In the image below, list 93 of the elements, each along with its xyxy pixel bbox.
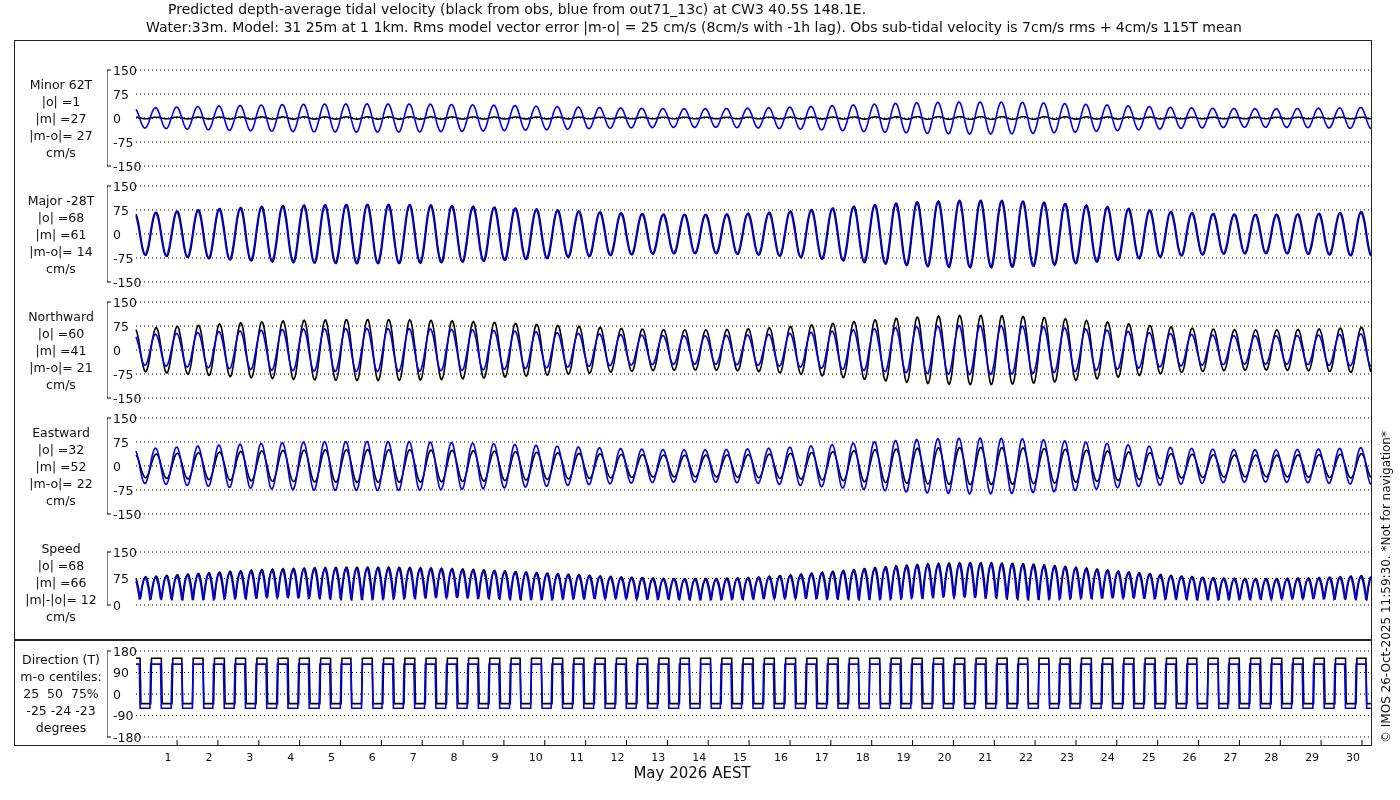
y-tick-label: 90: [113, 665, 129, 680]
y-tick-label: 0: [113, 597, 121, 613]
x-tick-label: 27: [1223, 751, 1238, 764]
x-tick-label: 24: [1100, 751, 1115, 764]
y-tick-label: 0: [113, 686, 121, 702]
y-tick-label: -75: [113, 134, 134, 150]
x-tick-label: 28: [1264, 751, 1279, 764]
x-tick-label: 13: [651, 751, 666, 764]
y-tick-label: -75: [113, 250, 134, 266]
x-tick-label: 22: [1019, 751, 1034, 764]
y-tick-label: -75: [113, 482, 134, 498]
y-tick-label: -150: [113, 390, 142, 406]
y-tick-label: 0: [113, 458, 121, 474]
panel-label-text: |m| =61: [35, 225, 87, 243]
panel-label-text: m-o centiles:: [20, 667, 102, 685]
x-tick-label: 7: [409, 751, 417, 764]
x-tick-label: 17: [814, 751, 829, 764]
x-tick-label: 14: [692, 751, 707, 764]
y-tick-label: 75: [113, 86, 129, 102]
x-tick-label: 23: [1059, 751, 1074, 764]
panel-label-text: Speed: [41, 539, 81, 557]
x-tick-label: 10: [528, 751, 543, 764]
panel-label-text: |m| =41: [35, 341, 87, 359]
x-tick-label: 16: [773, 751, 788, 764]
y-tick-label: 0: [113, 226, 121, 242]
x-tick-label: 30: [1346, 751, 1360, 764]
y-tick-label: -150: [113, 158, 142, 174]
y-tick-label: 180: [113, 643, 137, 659]
panel-label-text: |m| =52: [35, 457, 87, 475]
panel-label-text: Major -28T: [27, 191, 95, 209]
y-tick-label: -75: [113, 366, 134, 382]
panel-label-text: 25 50 75%: [23, 684, 99, 702]
y-tick-label: -150: [113, 506, 142, 522]
x-tick-label: 19: [896, 751, 911, 764]
y-tick-label: 75: [113, 434, 129, 450]
panel-label-text: degrees: [35, 718, 87, 736]
panel-label-text: cm/s: [46, 491, 76, 509]
panel-label-text: |o| =60: [37, 324, 85, 342]
panel-label-text: |m-o|= 27: [29, 126, 93, 144]
x-tick-label: 4: [287, 751, 295, 764]
x-tick-label: 2: [205, 751, 213, 764]
y-tick-label: 150: [113, 544, 137, 560]
panel-label-text: |o| =32: [37, 440, 85, 458]
y-axis-line: [107, 551, 112, 606]
panel-label-text: Eastward: [32, 423, 90, 441]
y-tick-label: -90: [113, 708, 134, 723]
chart-subtitle: Water:33m. Model: 31 25m at 1 1km. Rms model vector error |m-o| = 25 cm/s (8cm/s with -1h lag). Obs sub-tidal velocity is 7cm/s rms + 4cm/s 115T mean: [145, 18, 1243, 36]
panel-label-text: |m|-|o|= 12: [25, 590, 97, 608]
y-tick-label: 75: [113, 318, 129, 334]
x-tick-label: 12: [610, 751, 625, 764]
panel-label-text: Minor 62T: [29, 75, 93, 93]
y-tick-label: 0: [113, 110, 121, 126]
panel-label-text: |m-o|= 22: [29, 474, 93, 492]
panel-label-text: Northward: [28, 307, 94, 325]
panel-label-text: |o| =68: [37, 556, 85, 574]
y-tick-label: 150: [113, 294, 137, 310]
panel-label-text: cm/s: [46, 143, 76, 161]
y-tick-label: -180: [113, 729, 142, 745]
panel-label-text: |m| =27: [35, 109, 87, 127]
y-tick-label: 150: [113, 410, 137, 426]
x-tick-label: 8: [450, 751, 458, 764]
x-tick-label: 11: [569, 751, 584, 764]
y-tick-label: 75: [113, 571, 129, 586]
x-tick-label: 20: [937, 751, 952, 764]
y-tick-label: 150: [113, 178, 137, 194]
panel-label-text: cm/s: [46, 607, 76, 625]
x-tick-label: 5: [328, 751, 335, 764]
x-tick-label: 3: [246, 751, 254, 764]
x-tick-label: 26: [1182, 751, 1197, 764]
x-tick-label: 29: [1305, 751, 1320, 764]
panel-label-text: cm/s: [46, 259, 76, 277]
panel-label-text: |m-o|= 14: [29, 242, 93, 260]
x-tick-label: 1: [164, 751, 172, 764]
x-tick-label: 21: [978, 751, 993, 764]
panel-label-text: -25 -24 -23: [26, 701, 96, 719]
panel-label-text: |o| =68: [37, 208, 85, 226]
panel-label-text: |m-o|= 21: [29, 358, 93, 376]
panel-label-text: |m| =66: [35, 573, 87, 591]
chart-title: Predicted depth-average tidal velocity (black from obs, blue from out71_13c) at CW3 40.5S 148.1E.: [167, 0, 868, 18]
x-tick-label: 9: [491, 751, 499, 764]
copyright-note: © IMOS 26-Oct-2025 11:59:30. *Not for navigation*: [1379, 430, 1393, 745]
x-axis-title: May 2026 AEST: [632, 764, 752, 782]
y-tick-label: 150: [113, 62, 137, 78]
y-tick-label: 75: [113, 202, 129, 218]
y-tick-label: -150: [113, 274, 142, 290]
panel-label-text: cm/s: [46, 375, 76, 393]
x-tick-label: 6: [368, 751, 376, 764]
x-tick-label: 15: [733, 751, 748, 764]
panel-label-text: |o| =1: [41, 92, 81, 110]
y-tick-label: 0: [113, 342, 121, 358]
x-tick-label: 25: [1141, 751, 1156, 764]
x-tick-label: 18: [855, 751, 870, 764]
panel-label-text: Direction (T): [22, 650, 100, 668]
